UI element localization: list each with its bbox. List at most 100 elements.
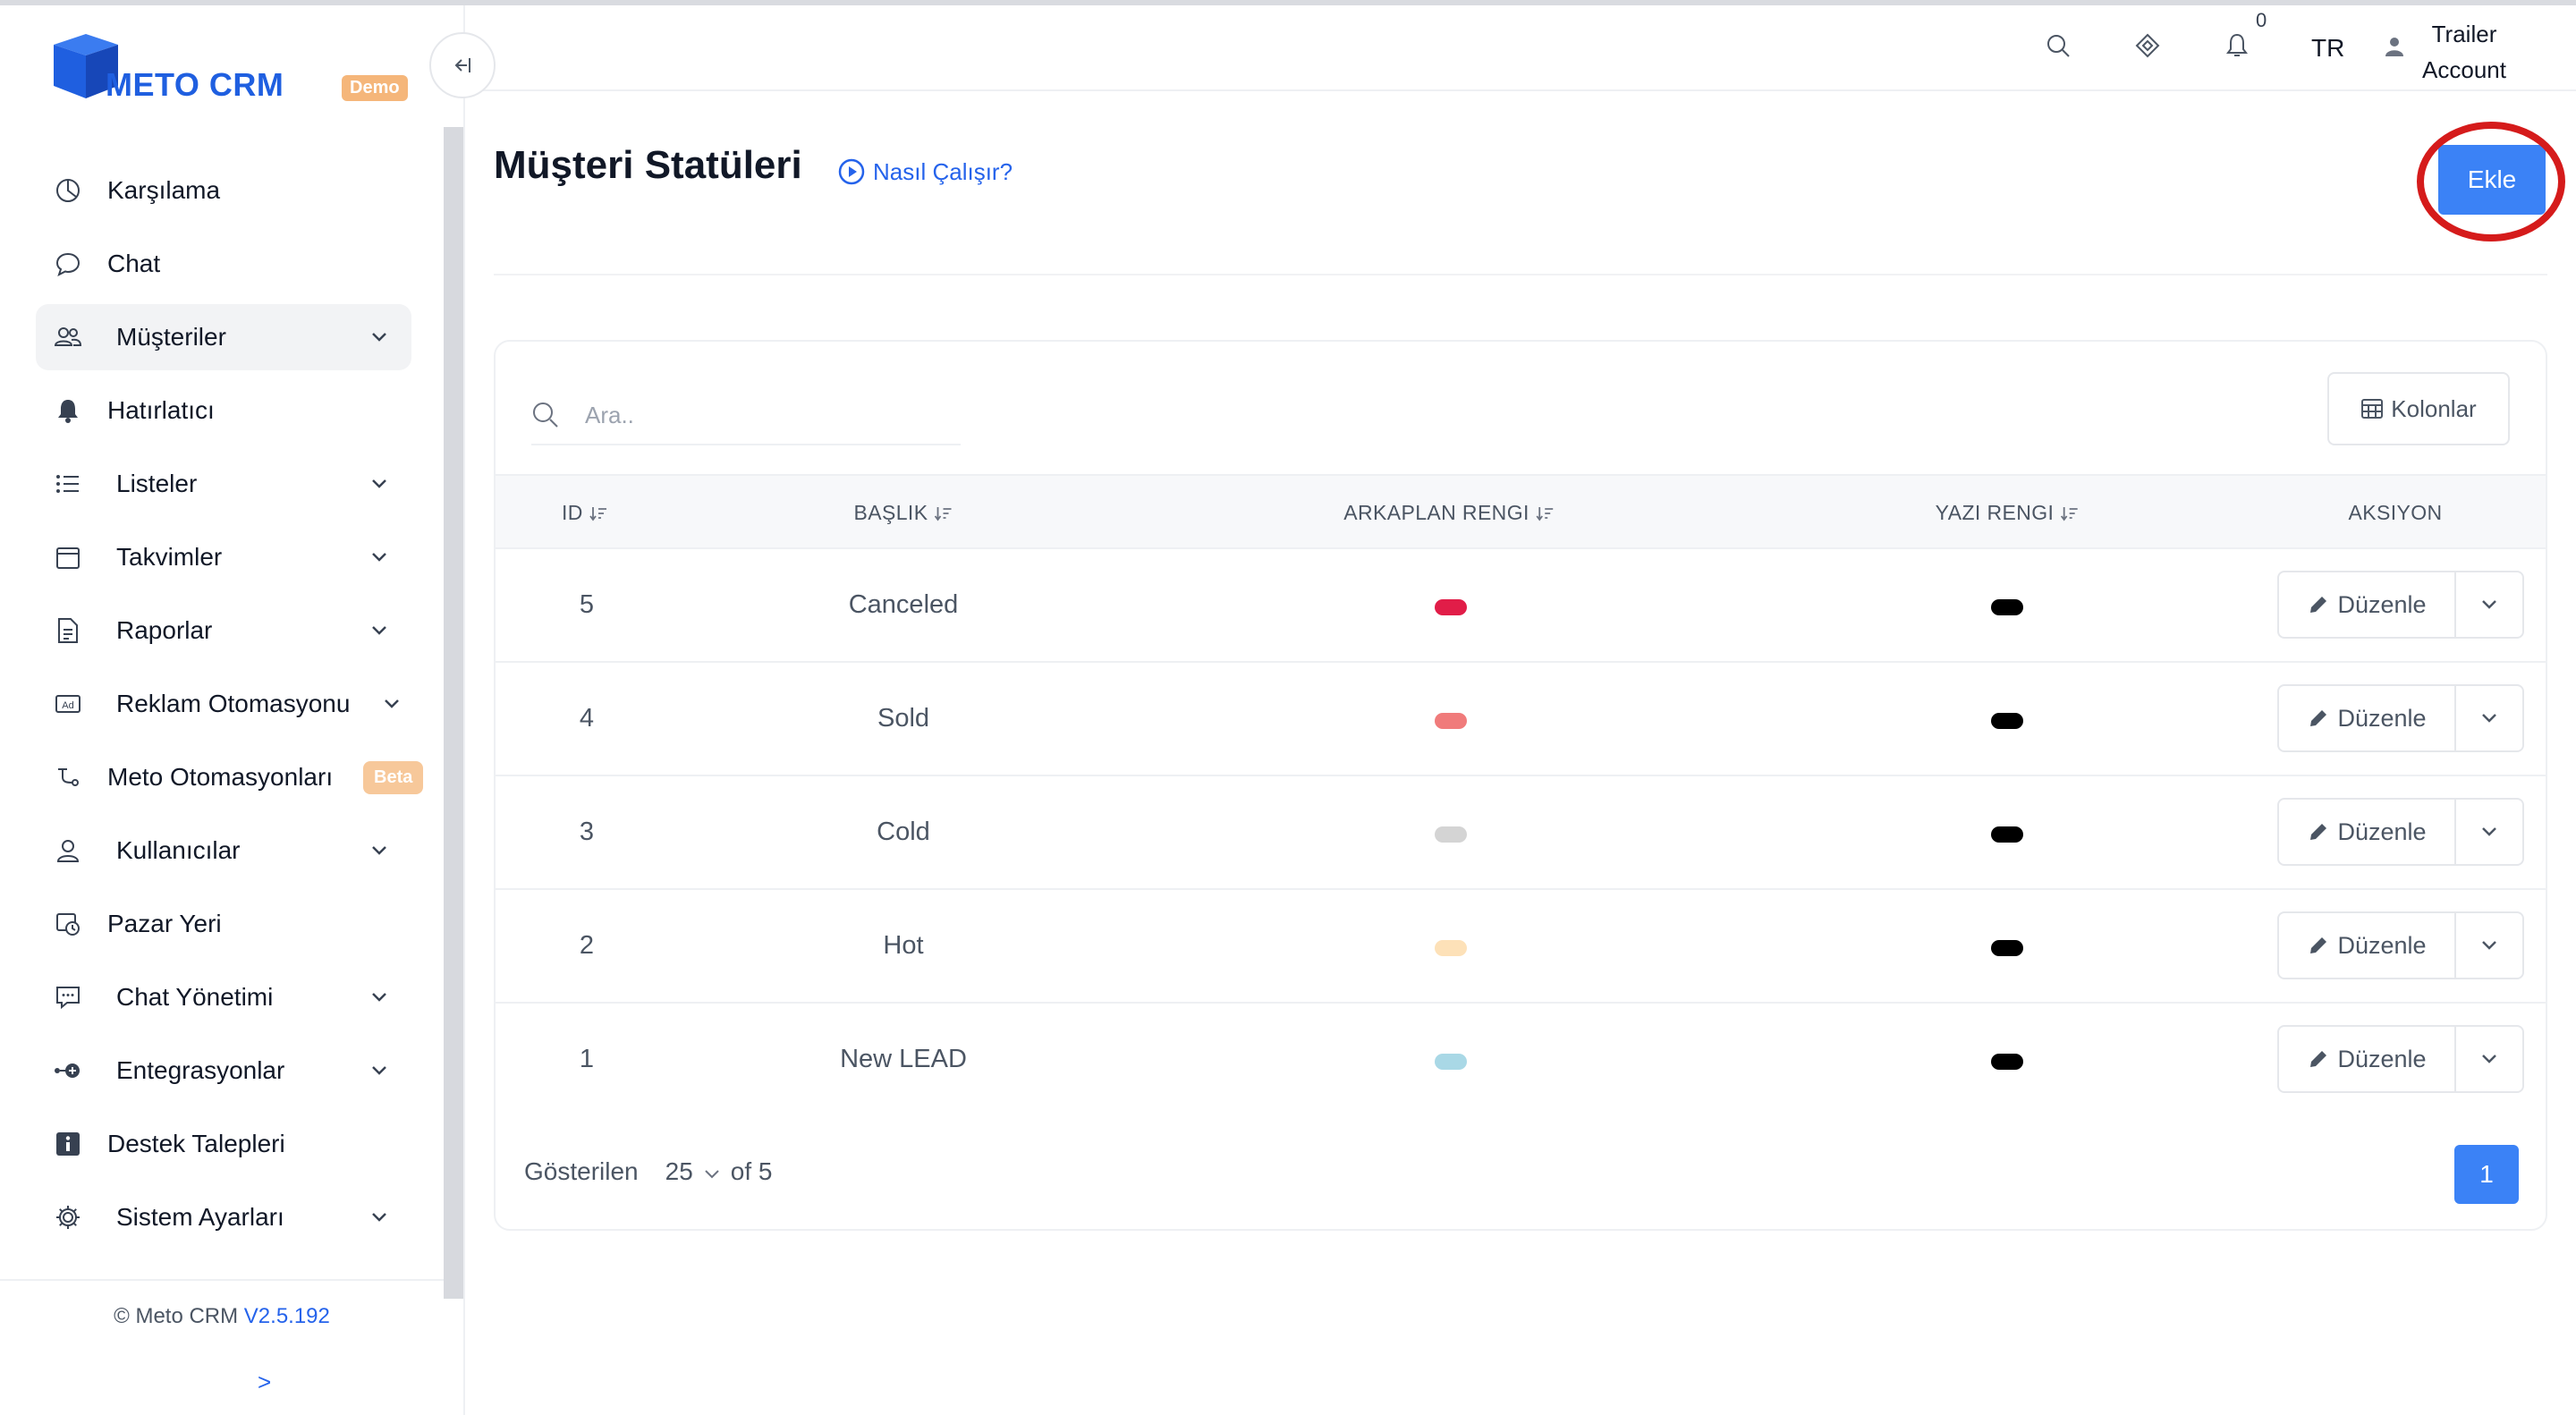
chevron-down-icon xyxy=(367,985,392,1010)
table-row: 2 Hot Düzenle xyxy=(496,890,2546,1004)
users-icon xyxy=(52,321,84,353)
sidebar-item-label: Chat xyxy=(107,250,161,277)
edit-button[interactable]: Düzenle xyxy=(2279,800,2456,864)
total-count: of 5 xyxy=(730,1157,773,1185)
table-row: 1 New LEAD Düzenle xyxy=(496,1004,2546,1117)
column-header-bg-color[interactable]: ARKAPLAN RENGI xyxy=(1343,501,1555,525)
demo-badge: Demo xyxy=(342,75,408,101)
edit-button[interactable]: Düzenle xyxy=(2279,572,2456,637)
row-actions-dropdown[interactable] xyxy=(2456,913,2522,978)
how-it-works-label: Nasıl Çalışır? xyxy=(873,157,1013,185)
sort-icon xyxy=(1536,506,1553,521)
language-selector[interactable]: TR xyxy=(2311,34,2344,63)
bell-icon xyxy=(52,394,84,427)
column-header-title[interactable]: BAŞLIK xyxy=(854,501,953,525)
sidebar-item-kullanicilar[interactable]: Kullanıcılar xyxy=(36,818,411,884)
sort-icon xyxy=(934,506,952,521)
sidebar-item-meto-otomasyonlari[interactable]: Meto Otomasyonları Beta xyxy=(36,744,424,810)
column-header-id[interactable]: ID xyxy=(562,501,608,525)
copyright-text: © Meto CRM xyxy=(114,1304,239,1328)
chevron-down-icon xyxy=(379,691,404,716)
sidebar-item-musteriler[interactable]: Müşteriler xyxy=(36,304,411,370)
sidebar-footer-divider xyxy=(0,1279,444,1281)
search-icon[interactable] xyxy=(2043,30,2073,61)
row-actions-dropdown[interactable] xyxy=(2456,800,2522,864)
add-button[interactable]: Ekle xyxy=(2438,145,2546,215)
notification-count: 0 xyxy=(2256,9,2267,31)
sidebar-scrollbar[interactable] xyxy=(444,127,463,1299)
sidebar-item-pazar-yeri[interactable]: Pazar Yeri xyxy=(36,891,411,957)
info-icon xyxy=(52,1128,84,1160)
text-color-swatch xyxy=(1991,826,2023,843)
beta-badge: Beta xyxy=(363,760,424,794)
sidebar-item-destek-talepleri[interactable]: Destek Talepleri xyxy=(36,1111,411,1177)
edit-button[interactable]: Düzenle xyxy=(2279,913,2456,978)
row-actions-dropdown[interactable] xyxy=(2456,686,2522,750)
row-id: 4 xyxy=(579,704,595,733)
bg-color-swatch xyxy=(1435,826,1467,843)
sidebar-item-raporlar[interactable]: Raporlar xyxy=(36,597,411,664)
sidebar-item-takvimler[interactable]: Takvimler xyxy=(36,524,411,590)
shown-label: Gösterilen xyxy=(524,1157,639,1185)
how-it-works-link[interactable]: Nasıl Çalışır? xyxy=(837,157,1013,186)
svg-text:Ad: Ad xyxy=(62,700,73,711)
edit-button-label: Düzenle xyxy=(2337,818,2427,845)
chevron-down-icon[interactable] xyxy=(704,1157,720,1186)
column-header-text-color[interactable]: YAZI RENGI xyxy=(1936,501,2080,525)
sidebar-item-label: Raporlar xyxy=(116,616,213,644)
sidebar-item-sistem-ayarlari[interactable]: Sistem Ayarları xyxy=(36,1184,411,1250)
row-action-group: Düzenle xyxy=(2277,684,2524,752)
row-action-group: Düzenle xyxy=(2277,571,2524,639)
ad-icon: Ad xyxy=(52,688,84,720)
edit-button-label: Düzenle xyxy=(2337,1045,2427,1072)
sort-icon xyxy=(2060,506,2078,521)
sidebar-item-chat[interactable]: Chat xyxy=(36,231,411,297)
user-account-menu[interactable]: Trailer Account xyxy=(2415,16,2513,88)
column-header-label: AKSIYON xyxy=(2348,501,2443,524)
edit-button-label: Düzenle xyxy=(2337,931,2427,959)
pencil-icon xyxy=(2310,710,2327,726)
chevron-down-icon xyxy=(2482,827,2496,836)
user-avatar-icon[interactable] xyxy=(2385,36,2404,62)
pencil-icon xyxy=(2310,597,2327,613)
calendar-icon xyxy=(52,541,84,573)
sidebar-item-karsilama[interactable]: Karşılama xyxy=(36,157,411,224)
row-action-group: Düzenle xyxy=(2277,911,2524,979)
sidebar-expand-button[interactable]: > xyxy=(258,1368,271,1396)
column-header-action: AKSIYON xyxy=(2348,501,2442,525)
list-icon xyxy=(52,468,84,500)
report-icon xyxy=(52,614,84,647)
sidebar-collapse-button[interactable] xyxy=(429,32,496,98)
table-grid-icon xyxy=(2361,399,2384,419)
edit-button[interactable]: Düzenle xyxy=(2279,686,2456,750)
row-action-group: Düzenle xyxy=(2277,798,2524,866)
page-size-select[interactable]: 25 xyxy=(665,1157,693,1186)
brand-logo[interactable]: METO CRM Demo xyxy=(48,27,408,107)
page-button-current[interactable]: 1 xyxy=(2454,1145,2519,1204)
pencil-icon xyxy=(2310,824,2327,840)
marketplace-icon xyxy=(52,908,84,940)
sidebar-item-chat-yonetimi[interactable]: Chat Yönetimi xyxy=(36,964,411,1030)
integrations-diamond-icon[interactable] xyxy=(2132,30,2163,61)
row-actions-dropdown[interactable] xyxy=(2456,1027,2522,1091)
sidebar-item-label: Hatırlatıcı xyxy=(107,396,215,424)
columns-button[interactable]: Kolonlar xyxy=(2327,372,2510,445)
sidebar-item-hatirlatici[interactable]: Hatırlatıcı xyxy=(36,377,411,444)
row-actions-dropdown[interactable] xyxy=(2456,572,2522,637)
chevron-down-icon xyxy=(2482,1055,2496,1063)
columns-button-label: Kolonlar xyxy=(2391,394,2477,422)
text-color-swatch xyxy=(1991,1054,2023,1070)
version-link[interactable]: V2.5.192 xyxy=(244,1304,330,1328)
page-title: Müşteri Statüleri xyxy=(494,143,802,187)
chevron-down-icon xyxy=(367,471,392,496)
sidebar-item-reklam-otomasyonu[interactable]: Ad Reklam Otomasyonu xyxy=(36,671,411,737)
sidebar-item-entegrasyonlar[interactable]: Entegrasyonlar xyxy=(36,1038,411,1104)
column-header-label: ID xyxy=(562,501,583,524)
notification-bell-icon[interactable] xyxy=(2222,30,2252,61)
edit-button[interactable]: Düzenle xyxy=(2279,1027,2456,1091)
sidebar-item-label: Chat Yönetimi xyxy=(116,983,274,1011)
chevron-down-icon xyxy=(367,325,392,350)
search-input[interactable] xyxy=(585,397,943,433)
sidebar-item-listeler[interactable]: Listeler xyxy=(36,451,411,517)
row-id: 1 xyxy=(579,1045,595,1073)
